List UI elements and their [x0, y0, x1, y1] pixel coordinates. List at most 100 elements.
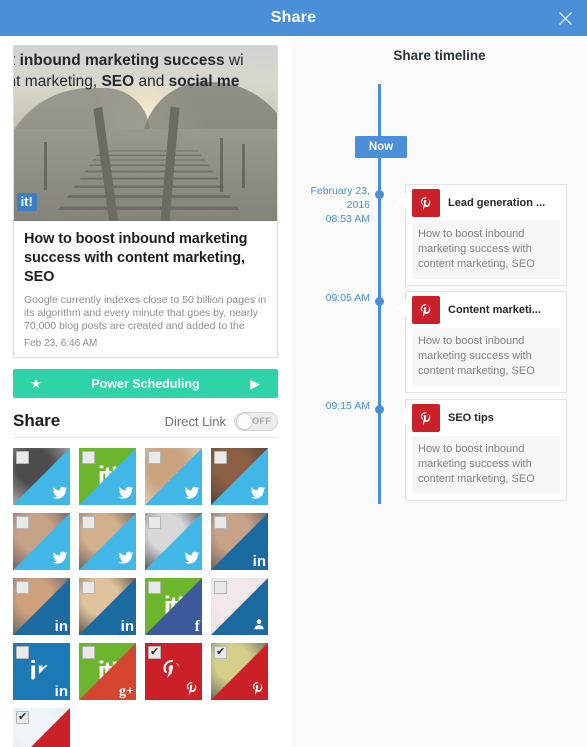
- account-twitter-1[interactable]: [13, 448, 70, 505]
- overlay-text-post: wi: [224, 52, 244, 69]
- account-checkbox[interactable]: [214, 645, 227, 659]
- account-checkbox[interactable]: [82, 646, 95, 659]
- linkedin-icon: in: [252, 553, 266, 570]
- overlay2-bold-seo: SEO: [101, 73, 135, 90]
- direct-link-control: Direct Link OFF: [164, 411, 278, 431]
- twitter-icon: [184, 485, 200, 504]
- timeline-card-text: How to boost inbound marketing success w…: [412, 436, 560, 494]
- timeline-card[interactable]: Content marketi... How to boost inbound m…: [397, 291, 567, 393]
- overlay2-mid: and: [134, 73, 169, 90]
- account-checkbox[interactable]: [16, 451, 29, 464]
- facebook-icon: f: [194, 618, 200, 635]
- timeline-time-line: 08:53 AM: [325, 213, 370, 225]
- account-checkbox[interactable]: [16, 516, 29, 529]
- twitter-icon: [52, 550, 68, 569]
- power-scheduling-button[interactable]: ★ Power Scheduling ▶: [13, 369, 278, 398]
- account-linkedin-3[interactable]: in: [79, 578, 136, 635]
- linkedin-icon: in: [54, 618, 68, 635]
- share-divider: [13, 437, 278, 438]
- timeline-timestamp: 09:05 AM: [300, 291, 370, 305]
- account-checkbox[interactable]: [82, 581, 95, 594]
- share-timeline-panel: Share timeline Now February 23, 2016 08:53…: [292, 36, 587, 747]
- linkedin-icon: in: [120, 618, 134, 635]
- page-title: Share: [270, 9, 317, 26]
- account-twitter-3[interactable]: [145, 448, 202, 505]
- pinterest-icon: [412, 189, 440, 217]
- pole-2: [220, 138, 223, 192]
- image-overlay-line-2: ntent marketing, SEO and social me: [14, 71, 277, 92]
- account-linkedin-company[interactable]: in in: [13, 643, 70, 700]
- scoopit-logo: ).it!: [14, 193, 37, 211]
- timeline-card[interactable]: SEO tips How to boost inbound marketing s…: [397, 399, 567, 501]
- timeline-card-header: Content marketi...: [406, 292, 566, 328]
- account-checkbox[interactable]: [16, 646, 29, 659]
- twitter-icon: [118, 550, 134, 569]
- timeline-dot: [375, 405, 384, 414]
- account-twitter-2[interactable]: it!: [79, 448, 136, 505]
- account-grid: it! in in in it! f in in it! g+: [13, 448, 278, 747]
- timeline-timestamp: February 23, 2016 08:53 AM: [300, 184, 370, 226]
- twitter-icon: [118, 485, 134, 504]
- star-icon: ★: [30, 375, 42, 391]
- now-badge: Now: [355, 136, 407, 158]
- image-overlay-line-1: oost inbound marketing success wi: [14, 50, 277, 71]
- direct-link-label: Direct Link: [164, 413, 226, 429]
- power-scheduling-label: Power Scheduling: [91, 376, 200, 391]
- linkedin-company-icon: in: [54, 683, 68, 700]
- account-checkbox[interactable]: [148, 516, 161, 529]
- timeline-dot: [375, 190, 384, 199]
- account-checkbox[interactable]: [16, 710, 29, 724]
- account-facebook-1[interactable]: it! f: [145, 578, 202, 635]
- share-left-panel: oost inbound marketing success wi ntent …: [0, 36, 292, 747]
- timeline-card-text: How to boost inbound marketing success w…: [412, 221, 560, 279]
- account-twitter-4[interactable]: [211, 448, 268, 505]
- account-twitter-6[interactable]: [79, 513, 136, 570]
- timeline-board-name: Content marketi...: [448, 304, 541, 316]
- timeline-card-header: SEO tips: [406, 400, 566, 436]
- account-checkbox[interactable]: [214, 516, 227, 529]
- timeline: Now February 23, 2016 08:53 AM Lead generat…: [300, 74, 579, 714]
- googleplus-icon: g+: [119, 684, 134, 699]
- account-pinterest-3[interactable]: [13, 708, 70, 747]
- account-checkbox[interactable]: [82, 516, 95, 529]
- account-checkbox[interactable]: [214, 581, 227, 594]
- twitter-icon: [52, 485, 68, 504]
- overlay2-text-pre: ntent marketing,: [14, 73, 98, 90]
- twitter-icon: [184, 550, 200, 569]
- pinterest-icon: [185, 681, 200, 699]
- modal-header: Share: [0, 0, 587, 36]
- account-twitter-7[interactable]: [145, 513, 202, 570]
- account-checkbox[interactable]: [214, 451, 227, 464]
- pinterest-icon: [412, 296, 440, 324]
- account-checkbox[interactable]: [148, 451, 161, 464]
- account-checkbox[interactable]: [148, 645, 161, 659]
- account-linkedin-2[interactable]: in: [13, 578, 70, 635]
- account-pinterest-2[interactable]: [211, 643, 268, 700]
- timeline-dot: [375, 297, 384, 306]
- timeline-time-line: 09:15 AM: [325, 400, 370, 412]
- timeline-time-line: 2016: [346, 199, 370, 211]
- modal-body: oost inbound marketing success wi ntent …: [0, 36, 587, 747]
- twitter-icon: [250, 485, 266, 504]
- timeline-card[interactable]: Lead generation ... How to boost inbound …: [397, 184, 567, 286]
- timeline-board-name: SEO tips: [448, 412, 494, 424]
- preview-image: oost inbound marketing success wi ntent …: [14, 46, 277, 221]
- account-checkbox[interactable]: [82, 451, 95, 464]
- pinterest-icon: [412, 404, 440, 432]
- account-checkbox[interactable]: [148, 581, 161, 594]
- linkedin-group-icon: [252, 617, 266, 634]
- direct-link-toggle[interactable]: OFF: [234, 411, 278, 431]
- timeline-card-header: Lead generation ...: [406, 185, 566, 221]
- pinterest-icon: [251, 681, 266, 699]
- account-checkbox[interactable]: [16, 581, 29, 594]
- account-googleplus-1[interactable]: it! g+: [79, 643, 136, 700]
- timeline-title: Share timeline: [393, 48, 486, 63]
- close-icon[interactable]: [553, 6, 577, 30]
- preview-date: Feb 23, 6:46 AM: [24, 338, 98, 349]
- account-pinterest-1[interactable]: [145, 643, 202, 700]
- timeline-time-line: February 23,: [310, 185, 370, 197]
- account-linkedin-1[interactable]: in: [211, 513, 268, 570]
- account-twitter-5[interactable]: [13, 513, 70, 570]
- account-linkedin-group[interactable]: [211, 578, 268, 635]
- preview-description: Google currently indexes close to 50 bil…: [24, 294, 267, 332]
